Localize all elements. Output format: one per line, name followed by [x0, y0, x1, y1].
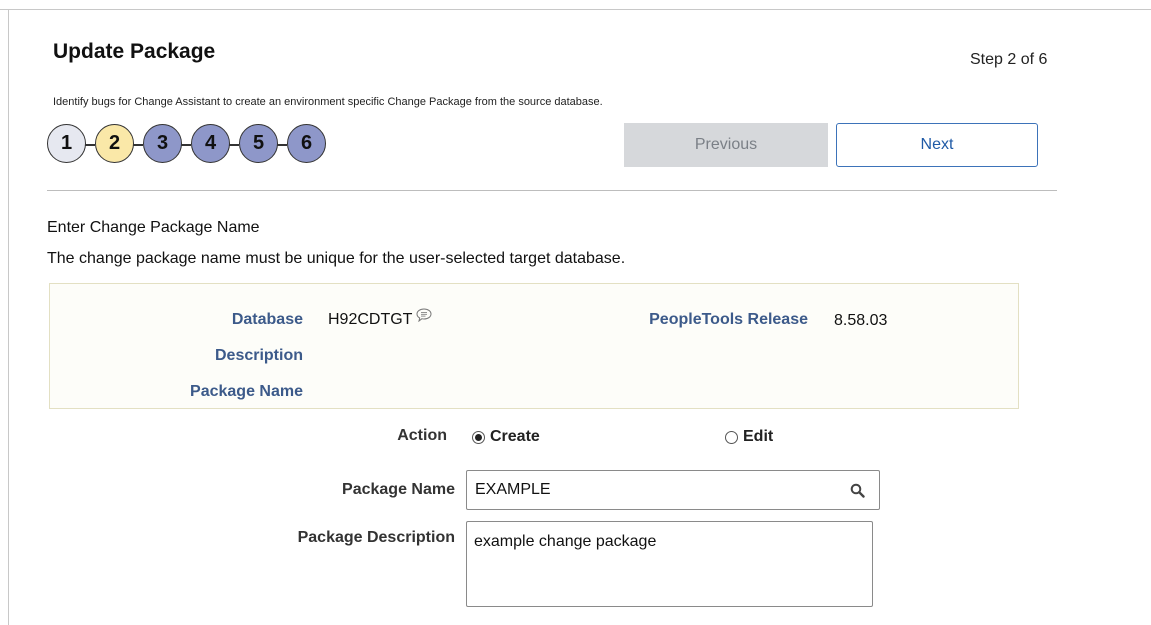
peopletools-release-label: PeopleTools Release: [649, 311, 808, 328]
step-5[interactable]: 5: [239, 124, 278, 163]
package-description-label: Package Description: [297, 529, 455, 546]
section-note: The change package name must be unique f…: [47, 250, 626, 267]
database-value: H92CDTGT: [328, 308, 432, 329]
frame-top-border: [0, 9, 1151, 10]
step-3[interactable]: 3: [143, 124, 182, 163]
step-1[interactable]: 1: [47, 124, 86, 163]
radio-selected-icon: [472, 430, 485, 444]
database-label: Database: [231, 311, 303, 328]
comment-bubble-icon[interactable]: [416, 308, 432, 322]
step-connector: [133, 144, 143, 146]
action-create-radio[interactable]: Create: [472, 428, 540, 446]
step-4[interactable]: 4: [191, 124, 230, 163]
action-create-label: Create: [490, 428, 540, 445]
action-edit-label: Edit: [743, 428, 774, 445]
database-info-panel: Database H92CDTGT Description Package Na…: [49, 283, 1019, 409]
description-label: Description: [214, 347, 303, 364]
step-6[interactable]: 6: [287, 124, 326, 163]
step-connector: [85, 144, 95, 146]
search-icon[interactable]: [842, 477, 872, 503]
package-name-input[interactable]: [466, 470, 880, 510]
frame-left-border: [8, 9, 9, 625]
action-edit-radio[interactable]: Edit: [725, 428, 773, 446]
package-name-label: Package Name: [342, 481, 455, 498]
header-divider: [47, 190, 1057, 191]
step-progress: 1 2 3 4 5 6: [47, 123, 387, 167]
database-name: H92CDTGT: [328, 311, 413, 328]
step-connector: [277, 144, 287, 146]
step-connector: [229, 144, 239, 146]
next-button[interactable]: Next: [836, 123, 1038, 167]
package-description-textarea[interactable]: example change package: [466, 521, 873, 607]
section-title: Enter Change Package Name: [47, 219, 260, 236]
previous-button[interactable]: Previous: [624, 123, 828, 167]
page-title: Update Package: [53, 40, 216, 63]
peopletools-release-value: 8.58.03: [834, 312, 888, 329]
step-connector: [181, 144, 191, 146]
package-name-info-label: Package Name: [190, 383, 303, 400]
step-2[interactable]: 2: [95, 124, 134, 163]
action-label: Action: [397, 427, 447, 444]
instructions-text: Identify bugs for Change Assistant to cr…: [53, 96, 603, 108]
step-indicator: Step 2 of 6: [970, 51, 1048, 68]
radio-unselected-icon: [725, 430, 738, 444]
